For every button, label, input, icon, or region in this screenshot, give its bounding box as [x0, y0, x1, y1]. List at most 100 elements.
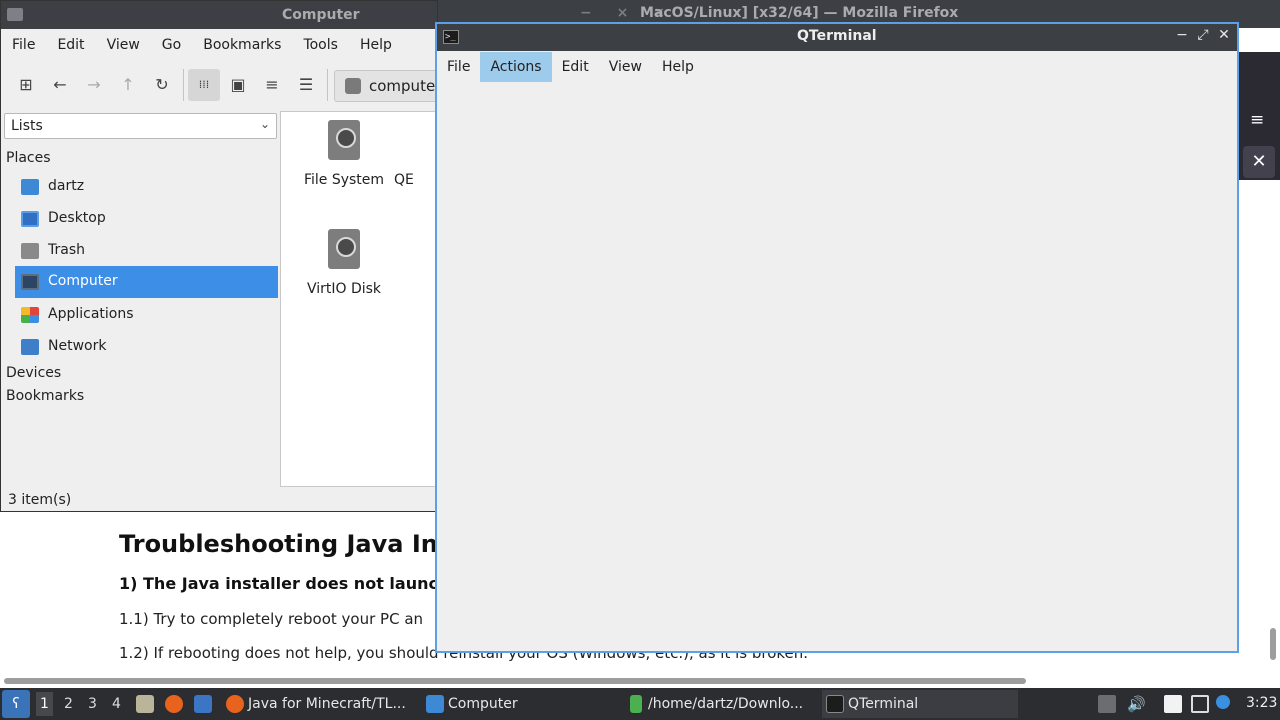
- close-icon[interactable]: ✕: [1215, 27, 1233, 47]
- firefox-launcher-icon[interactable]: [165, 695, 183, 713]
- menu-file[interactable]: File: [437, 52, 480, 82]
- forward-icon[interactable]: →: [78, 69, 110, 101]
- menu-file[interactable]: File: [1, 31, 46, 59]
- folder-icon: [7, 8, 23, 21]
- eject-icon[interactable]: [1098, 695, 1116, 713]
- task-label: Computer: [448, 696, 518, 712]
- desktop-switch-2[interactable]: 2: [64, 696, 73, 712]
- archive-icon: [630, 695, 642, 713]
- vertical-scrollbar[interactable]: [1270, 628, 1276, 660]
- terminal-icon: >_: [443, 30, 459, 44]
- folder-icon: [426, 695, 444, 713]
- minimize-icon[interactable]: −: [1173, 27, 1191, 47]
- desktop-switch-4[interactable]: 4: [112, 696, 121, 712]
- volume-icon[interactable]: 🔊: [1127, 695, 1146, 713]
- task-label: QTerminal: [848, 696, 919, 712]
- up-icon[interactable]: ↑: [112, 69, 144, 101]
- file-manager-menubar: File Edit View Go Bookmarks Tools Help: [1, 31, 403, 59]
- applications-icon: [21, 307, 39, 323]
- firefox-icon: [226, 695, 244, 713]
- qterminal-menubar: File Actions Edit View Help: [437, 52, 704, 82]
- side-pane-mode-select[interactable]: Lists ⌄: [4, 113, 277, 139]
- status-bar: 3 item(s): [8, 492, 72, 508]
- menu-tools[interactable]: Tools: [292, 31, 349, 59]
- task-archive[interactable]: /home/dartz/Downlo...: [622, 690, 818, 718]
- task-firefox[interactable]: Java for Minecraft/TL...: [222, 690, 418, 718]
- taskbar: ʕ 1 2 3 4 Java for Minecraft/TL... Compu…: [0, 688, 1280, 720]
- notification-icon[interactable]: [1216, 695, 1230, 709]
- toolbar-separator: [327, 69, 328, 101]
- qterminal-titlebar[interactable]: >_ QTerminal − ⤢ ✕: [437, 24, 1237, 51]
- menu-edit[interactable]: Edit: [552, 52, 599, 82]
- sidebar-item-desktop[interactable]: Desktop: [15, 203, 278, 235]
- file-manager-window: Computer File Edit View Go Bookmarks Too…: [0, 0, 438, 512]
- path-label: computer: [369, 77, 438, 95]
- file-item-virtio-disk[interactable]: VirtIO Disk: [294, 229, 394, 297]
- path-bar-button[interactable]: computer: [334, 70, 438, 102]
- clock[interactable]: 3:23: [1246, 695, 1277, 711]
- bookmarks-header[interactable]: Bookmarks: [6, 388, 84, 404]
- display-icon[interactable]: [1191, 695, 1209, 713]
- sidebar-item-label: Desktop: [48, 210, 106, 226]
- show-desktop-icon[interactable]: [194, 695, 212, 713]
- sidebar-item-network[interactable]: Network: [15, 331, 278, 363]
- detailed-view-icon[interactable]: ☰: [290, 69, 322, 101]
- terminal-area[interactable]: [437, 82, 1237, 651]
- file-item-label: VirtIO Disk: [306, 281, 382, 297]
- menu-actions[interactable]: Actions: [480, 52, 552, 82]
- thumbnail-view-icon[interactable]: ▣: [222, 69, 254, 101]
- sidebar-item-label: Network: [48, 338, 107, 354]
- task-qterminal[interactable]: QTerminal: [822, 690, 1018, 718]
- new-tab-icon[interactable]: ⊞: [10, 69, 42, 101]
- clipboard-icon[interactable]: [1164, 695, 1182, 713]
- sidebar-item-label: Applications: [48, 306, 134, 322]
- devices-header[interactable]: Devices: [6, 365, 61, 381]
- drive-icon: [328, 120, 360, 160]
- sidebar-item-computer[interactable]: Computer: [15, 266, 278, 298]
- file-item-qemu[interactable]: QE: [394, 120, 434, 188]
- icon-view-icon[interactable]: ⁞⁞⁞: [188, 69, 220, 101]
- desktop-switch-1[interactable]: 1: [36, 692, 53, 716]
- menu-edit[interactable]: Edit: [46, 31, 95, 59]
- menu-view[interactable]: View: [599, 52, 652, 82]
- menu-bookmarks[interactable]: Bookmarks: [192, 31, 292, 59]
- sidebar-item-label: Trash: [48, 242, 85, 258]
- menu-help[interactable]: Help: [652, 52, 704, 82]
- menu-help[interactable]: Help: [349, 31, 403, 59]
- file-manager-titlebar[interactable]: Computer: [1, 1, 437, 29]
- page-subheading: 1) The Java installer does not launch: [119, 574, 450, 593]
- window-title: QTerminal: [797, 28, 877, 44]
- sidebar-item-dartz[interactable]: dartz: [15, 171, 278, 203]
- reload-icon[interactable]: ↻: [146, 69, 178, 101]
- home-folder-icon: [21, 179, 39, 195]
- menu-view[interactable]: View: [96, 31, 151, 59]
- desktop-switch-3[interactable]: 3: [88, 696, 97, 712]
- toolbar-separator: [183, 69, 184, 101]
- drive-icon: [345, 78, 361, 94]
- firefox-close-icon[interactable]: ✕: [1243, 146, 1275, 178]
- menu-go[interactable]: Go: [151, 31, 192, 59]
- sidebar-item-trash[interactable]: Trash: [15, 235, 278, 267]
- file-item-label: QE: [394, 172, 414, 188]
- places-header[interactable]: Places: [6, 150, 51, 166]
- firefox-toolbar: ≡ ✕: [1238, 52, 1280, 180]
- task-label: Java for Minecraft/TL...: [248, 696, 406, 712]
- firefox-window-title: MacOS/Linux] [x32/64] — Mozilla Firefox: [640, 5, 959, 21]
- back-icon[interactable]: ←: [44, 69, 76, 101]
- horizontal-scrollbar[interactable]: [4, 678, 1026, 684]
- window-title: Computer: [282, 7, 360, 23]
- sidebar-item-label: dartz: [48, 178, 85, 194]
- page-heading: Troubleshooting Java Ins: [119, 530, 453, 558]
- file-view[interactable]: File System QE VirtIO Disk: [280, 111, 437, 487]
- task-computer[interactable]: Computer: [422, 690, 618, 718]
- start-menu-button[interactable]: ʕ: [2, 690, 30, 718]
- sidebar-item-applications[interactable]: Applications: [15, 299, 278, 331]
- file-item-label: File System: [303, 172, 385, 188]
- computer-icon: [21, 274, 39, 290]
- qterminal-window: >_ QTerminal − ⤢ ✕ File Actions Edit Vie…: [435, 22, 1239, 653]
- firefox-menu-icon[interactable]: ≡: [1250, 110, 1264, 130]
- compact-view-icon[interactable]: ≡: [256, 69, 288, 101]
- file-manager-launcher-icon[interactable]: [136, 695, 154, 713]
- maximize-icon[interactable]: ⤢: [1194, 27, 1212, 47]
- file-item-file-system[interactable]: File System: [294, 120, 394, 188]
